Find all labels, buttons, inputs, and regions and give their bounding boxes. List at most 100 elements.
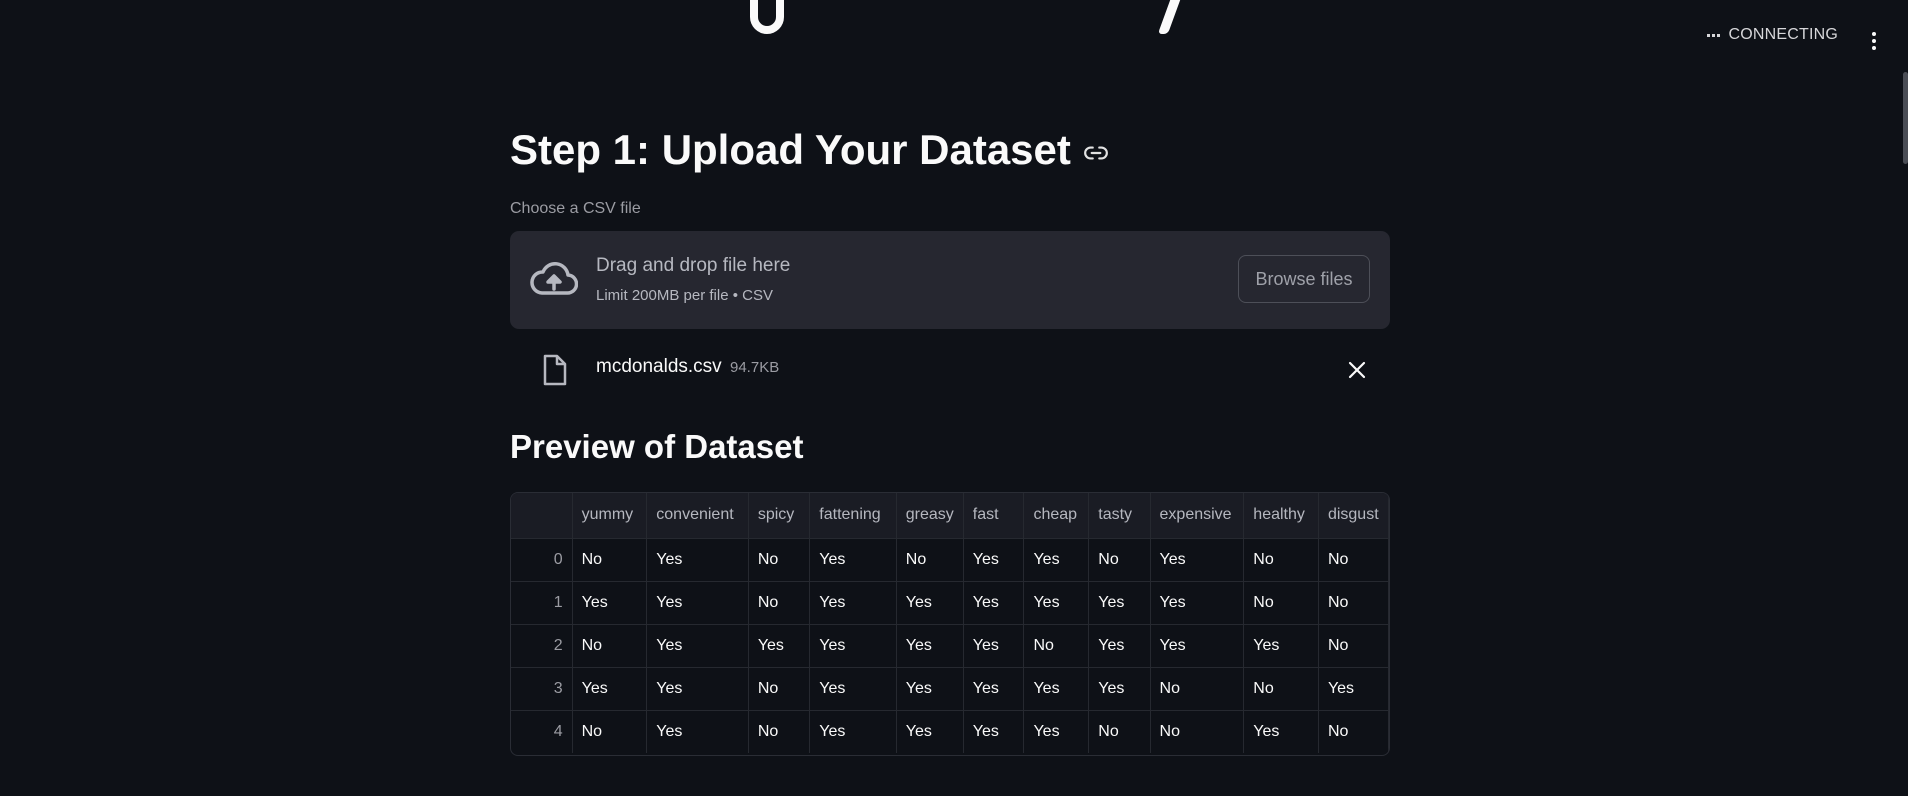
row-index-cell[interactable]: 1 bbox=[511, 581, 573, 625]
table-cell[interactable]: Yes bbox=[646, 624, 749, 668]
column-header[interactable]: expensive bbox=[1150, 493, 1245, 539]
table-cell[interactable]: Yes bbox=[646, 538, 749, 582]
dropzone-text: Drag and drop file here Limit 200MB per … bbox=[596, 255, 790, 304]
table-cell[interactable]: No bbox=[748, 667, 811, 711]
table-row: 2 No Yes Yes Yes Yes Yes No Yes Yes Yes No bbox=[511, 624, 1389, 668]
row-index-cell[interactable]: 3 bbox=[511, 667, 573, 711]
table-cell[interactable]: No bbox=[1318, 538, 1389, 582]
preview-heading: Preview of Dataset bbox=[510, 428, 804, 465]
column-header[interactable]: yummy bbox=[572, 493, 648, 539]
column-header[interactable]: spicy bbox=[748, 493, 811, 539]
table-cell[interactable]: Yes bbox=[1088, 581, 1151, 625]
table-cell[interactable]: No bbox=[572, 710, 648, 753]
table-cell[interactable]: No bbox=[1150, 667, 1245, 711]
table-cell[interactable]: Yes bbox=[1150, 624, 1245, 668]
table-cell[interactable]: No bbox=[1318, 581, 1389, 625]
file-dropzone[interactable]: Drag and drop file here Limit 200MB per … bbox=[510, 231, 1390, 329]
table-cell[interactable]: No bbox=[896, 538, 964, 582]
table-cell[interactable]: Yes bbox=[1023, 667, 1090, 711]
table-cell[interactable]: No bbox=[1318, 624, 1389, 668]
table-cell[interactable]: Yes bbox=[809, 538, 897, 582]
table-cell[interactable]: No bbox=[572, 624, 648, 668]
table-cell[interactable]: Yes bbox=[646, 710, 749, 753]
table-cell[interactable]: Yes bbox=[1150, 581, 1245, 625]
table-cell[interactable]: Yes bbox=[572, 667, 648, 711]
link-icon[interactable] bbox=[1083, 140, 1109, 166]
uploader-label: Choose a CSV file bbox=[510, 200, 641, 217]
status-label: CONNECTING bbox=[1728, 26, 1838, 43]
connection-status: CONNECTING bbox=[1707, 26, 1838, 44]
table-cell[interactable]: Yes bbox=[572, 581, 648, 625]
table-cell[interactable]: No bbox=[1023, 624, 1090, 668]
table-cell[interactable]: Yes bbox=[1088, 667, 1151, 711]
column-header[interactable]: greasy bbox=[896, 493, 964, 539]
column-header[interactable]: convenient bbox=[646, 493, 749, 539]
table-cell[interactable]: No bbox=[1243, 581, 1319, 625]
close-icon[interactable] bbox=[1346, 359, 1368, 381]
column-header[interactable]: tasty bbox=[1088, 493, 1151, 539]
column-header[interactable]: cheap bbox=[1023, 493, 1090, 539]
browse-files-button[interactable]: Browse files bbox=[1238, 255, 1370, 303]
row-index-cell[interactable]: 2 bbox=[511, 624, 573, 668]
table-cell[interactable]: Yes bbox=[1023, 581, 1090, 625]
table-cell[interactable]: Yes bbox=[1088, 624, 1151, 668]
column-header[interactable]: fast bbox=[963, 493, 1025, 539]
table-cell[interactable]: Yes bbox=[963, 667, 1025, 711]
page-scrollbar[interactable] bbox=[1900, 0, 1908, 796]
table-cell[interactable]: No bbox=[1088, 710, 1151, 753]
table-cell[interactable]: Yes bbox=[896, 710, 964, 753]
table-cell[interactable]: Yes bbox=[809, 581, 897, 625]
step-heading: Step 1: Upload Your Dataset bbox=[510, 122, 1109, 178]
column-header[interactable]: healthy bbox=[1243, 493, 1319, 539]
column-header[interactable]: disgust bbox=[1318, 493, 1389, 539]
table-cell[interactable]: Yes bbox=[963, 538, 1025, 582]
table-cell[interactable]: Yes bbox=[646, 667, 749, 711]
app-page: CONNECTING Step 1: Upload Your Dataset C… bbox=[0, 0, 1908, 796]
file-icon bbox=[543, 354, 567, 386]
table-cell[interactable]: Yes bbox=[1318, 667, 1389, 711]
table-cell[interactable]: Yes bbox=[896, 581, 964, 625]
table-cell[interactable]: Yes bbox=[1023, 538, 1090, 582]
table-cell[interactable]: No bbox=[1318, 710, 1389, 753]
table-row: 4 No Yes No Yes Yes Yes Yes No No Yes No bbox=[511, 710, 1389, 753]
table-body: 0 No Yes No Yes No Yes Yes No Yes No No 1 Yes Yes No Yes… bbox=[511, 538, 1389, 753]
table-cell[interactable]: Yes bbox=[809, 624, 897, 668]
table-cell[interactable]: Yes bbox=[1243, 710, 1319, 753]
dataframe-table[interactable]: yummy convenient spicy fattening greasy fast c… bbox=[510, 492, 1390, 756]
table-header-row: yummy convenient spicy fattening greasy fast c… bbox=[511, 493, 1389, 539]
table-cell[interactable]: Yes bbox=[1023, 710, 1090, 753]
dataset-preview-table: yummy convenient spicy fattening greasy fast c… bbox=[511, 493, 1389, 753]
row-index-cell[interactable]: 0 bbox=[511, 538, 573, 582]
table-cell[interactable]: No bbox=[1088, 538, 1151, 582]
table-cell[interactable]: Yes bbox=[809, 710, 897, 753]
index-column-header[interactable] bbox=[511, 493, 573, 539]
table-cell[interactable]: Yes bbox=[896, 624, 964, 668]
row-index-cell[interactable]: 4 bbox=[511, 710, 573, 753]
table-cell[interactable]: No bbox=[1243, 667, 1319, 711]
table-cell[interactable]: Yes bbox=[1243, 624, 1319, 668]
main-menu-button[interactable] bbox=[1862, 26, 1886, 56]
column-header[interactable]: fattening bbox=[809, 493, 897, 539]
dots-icon bbox=[1707, 33, 1721, 37]
table-row: 3 Yes Yes No Yes Yes Yes Yes Yes No No Yes bbox=[511, 667, 1389, 711]
table-row: 0 No Yes No Yes No Yes Yes No Yes No No bbox=[511, 538, 1389, 582]
table-cell[interactable]: No bbox=[1243, 538, 1319, 582]
table-cell[interactable]: Yes bbox=[748, 624, 811, 668]
table-cell[interactable]: No bbox=[1150, 710, 1245, 753]
scrollbar-thumb[interactable] bbox=[1903, 72, 1908, 164]
table-cell[interactable]: No bbox=[748, 581, 811, 625]
table-cell[interactable]: No bbox=[748, 710, 811, 753]
drop-instructions: Drag and drop file here bbox=[596, 255, 791, 276]
table-cell[interactable]: Yes bbox=[646, 581, 749, 625]
uploaded-file-row: mcdonalds.csv 94.7KB bbox=[510, 350, 1390, 390]
table-cell[interactable]: Yes bbox=[809, 667, 897, 711]
table-cell[interactable]: Yes bbox=[963, 624, 1025, 668]
table-cell[interactable]: No bbox=[572, 538, 648, 582]
file-limit-text: Limit 200MB per file • CSV bbox=[596, 287, 773, 304]
table-cell[interactable]: Yes bbox=[896, 667, 964, 711]
uploaded-file-size: 94.7KB bbox=[730, 359, 780, 376]
table-cell[interactable]: Yes bbox=[1150, 538, 1245, 582]
table-cell[interactable]: No bbox=[748, 538, 811, 582]
table-cell[interactable]: Yes bbox=[963, 581, 1025, 625]
table-cell[interactable]: Yes bbox=[963, 710, 1025, 753]
